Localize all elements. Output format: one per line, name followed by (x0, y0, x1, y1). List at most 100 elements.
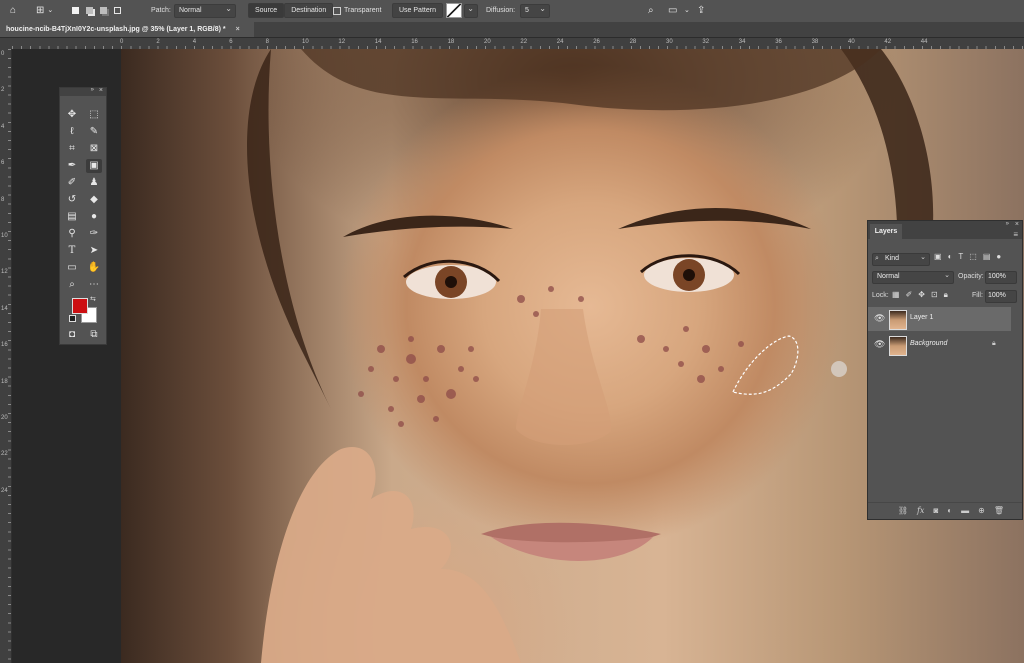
blur-tool-icon[interactable]: ● (86, 210, 102, 224)
fill-field[interactable]: 100% (985, 290, 1017, 303)
ruler-number: 14 (374, 39, 382, 45)
screen-mode-icon[interactable]: ⧉ (86, 328, 102, 342)
history-brush-tool-icon[interactable]: ↺ (64, 193, 80, 207)
type-tool-icon[interactable]: T (64, 244, 80, 258)
layer-thumbnail (889, 336, 907, 356)
new-group-icon[interactable]: ▬ (961, 506, 969, 515)
close-icon[interactable]: × (99, 87, 103, 94)
tools-panel: » × ✥ ⬚ ℓ ✎ ⌗ ⊠ ✒ ▣ ✐ ♟ ↺ ◆ ▤ ● ⚲ ✑ T ➤ … (59, 87, 107, 345)
add-mask-icon[interactable]: ◙ (933, 506, 938, 515)
close-icon[interactable]: × (1015, 221, 1019, 228)
adjustment-filter-icon[interactable]: ◐ (948, 252, 953, 261)
subtract-selection-icon[interactable] (100, 7, 107, 14)
new-layer-icon[interactable]: ⊕ (978, 506, 985, 515)
layer-row-background[interactable]: 👁︎ Background 🔒︎ (868, 333, 1011, 357)
close-tab-icon[interactable]: × (236, 26, 240, 33)
link-layers-icon[interactable]: ⛓ (898, 506, 908, 515)
new-selection-icon[interactable] (72, 7, 79, 14)
lock-all-icon[interactable]: 🔒︎ (944, 290, 948, 300)
swap-colors-icon[interactable]: ⇆ (90, 295, 96, 303)
lock-icon[interactable]: 🔒︎ (992, 340, 996, 348)
layers-tab[interactable]: Layers (870, 224, 902, 239)
pen-tool-icon[interactable]: ✑ (86, 227, 102, 241)
marquee-tool-icon[interactable]: ⬚ (86, 108, 102, 122)
ruler-number: 0 (1, 51, 5, 57)
lock-pixels-icon[interactable]: ✐ (906, 290, 913, 300)
workspace-icon[interactable]: ▭ (668, 3, 680, 18)
dodge-tool-icon[interactable]: ⚲ (64, 227, 80, 241)
ruler-number: 18 (1, 378, 8, 385)
pattern-dropdown[interactable] (464, 3, 478, 18)
layer-style-icon[interactable]: fx (917, 506, 924, 515)
quick-select-tool-icon[interactable]: ✎ (86, 125, 102, 139)
visibility-eye-icon[interactable]: 👁︎ (874, 339, 885, 350)
vertical-ruler[interactable]: 0 2 4 6 8 10 12 14 16 18 20 22 24 (0, 49, 12, 663)
crop-tool-icon[interactable]: ⌗ (64, 142, 80, 156)
zoom-tool-icon[interactable]: ⌕ (64, 278, 80, 292)
blend-mode-select[interactable]: Normal ⌄ (872, 271, 954, 284)
lock-position-icon[interactable]: ✥ (918, 290, 925, 300)
default-colors-icon[interactable] (69, 315, 76, 322)
quick-mask-icon[interactable]: ◘ (64, 328, 80, 342)
eraser-tool-icon[interactable]: ◆ (86, 193, 102, 207)
document-tab-title: houcine-ncib-B4TjXnI0Y2c-unsplash.jpg @ … (6, 26, 226, 33)
chevron-down-icon: ⌄ (47, 6, 54, 14)
home-icon[interactable]: ⌂ (10, 3, 24, 18)
eyedropper-tool-icon[interactable]: ✒ (64, 159, 80, 173)
layer-row-layer-1[interactable]: 👁︎ Layer 1 (868, 307, 1011, 331)
clone-stamp-tool-icon[interactable]: ♟ (86, 176, 102, 190)
ruler-origin[interactable] (0, 38, 12, 49)
foreground-color-swatch[interactable] (72, 298, 88, 314)
patch-tool-icon[interactable]: ▣ (86, 159, 102, 173)
adjustment-layer-icon[interactable]: ◐ (947, 506, 952, 515)
diffusion-field[interactable]: 5 (520, 3, 550, 18)
move-tool-icon[interactable]: ✥ (64, 108, 80, 122)
chevron-down-icon[interactable]: ⌄ (684, 3, 692, 18)
patch-selection[interactable] (733, 336, 801, 400)
layer-filter-icons: ▣ ◐ T ⬚ ▤ ● (934, 252, 1001, 261)
document-tab[interactable]: houcine-ncib-B4TjXnI0Y2c-unsplash.jpg @ … (0, 22, 254, 37)
pattern-picker[interactable] (446, 3, 478, 18)
collapse-icon[interactable]: » (91, 87, 94, 93)
destination-button[interactable]: Destination (284, 3, 334, 18)
add-selection-icon[interactable] (86, 7, 93, 14)
filter-toggle-icon[interactable]: ● (996, 252, 1001, 261)
ruler-number: 20 (1, 415, 8, 421)
layer-name: Background (910, 340, 948, 347)
tools-panel-header[interactable]: » × (60, 87, 106, 96)
pixel-filter-icon[interactable]: ▣ (934, 252, 942, 261)
lock-transparency-icon[interactable]: ▦ (892, 290, 900, 300)
transparent-option[interactable]: Transparent (333, 3, 381, 18)
delete-layer-icon[interactable]: 🗑︎ (994, 506, 1004, 515)
visibility-eye-icon[interactable]: 👁︎ (874, 313, 885, 324)
lasso-tool-icon[interactable]: ℓ (64, 125, 80, 139)
ruler-number: 24 (556, 39, 564, 45)
use-pattern-button[interactable]: Use Pattern (392, 3, 443, 18)
lock-artboard-icon[interactable]: ⊡ (931, 290, 938, 300)
frame-tool-icon[interactable]: ⊠ (86, 142, 102, 156)
opacity-field[interactable]: 100% (985, 271, 1017, 284)
search-icon[interactable]: ⌕ (648, 3, 660, 18)
rectangle-tool-icon[interactable]: ▭ (64, 261, 80, 275)
smart-object-filter-icon[interactable]: ▤ (983, 252, 991, 261)
options-bar: ⌂ ⊞ ⌄ Patch: Normal Source Destination T… (0, 0, 1024, 23)
transparent-checkbox[interactable] (333, 6, 341, 15)
ruler-number: 2 (1, 87, 5, 94)
ruler-number: 18 (447, 39, 455, 45)
hand-tool-icon[interactable]: ✋ (86, 261, 102, 275)
intersect-selection-icon[interactable] (114, 7, 121, 14)
source-button[interactable]: Source (248, 3, 285, 18)
more-tools-icon[interactable]: ⋯ (86, 278, 102, 292)
panel-menu-icon[interactable]: ≡ (1013, 230, 1018, 239)
gradient-tool-icon[interactable]: ▤ (64, 210, 80, 224)
patch-mode-select[interactable]: Normal (174, 3, 236, 18)
collapse-icon[interactable]: » (1006, 221, 1009, 227)
path-select-tool-icon[interactable]: ➤ (86, 244, 102, 258)
type-filter-icon[interactable]: T (958, 252, 963, 261)
brush-tool-icon[interactable]: ✐ (64, 176, 80, 190)
share-icon[interactable]: ⇪ (697, 3, 709, 18)
layer-filter-select[interactable]: ⌕ Kind ⌄ (872, 253, 930, 266)
ruler-number: 8 (265, 39, 269, 45)
shape-filter-icon[interactable]: ⬚ (969, 252, 977, 261)
tool-preset-picker[interactable]: ⊞ ⌄ (36, 3, 62, 18)
